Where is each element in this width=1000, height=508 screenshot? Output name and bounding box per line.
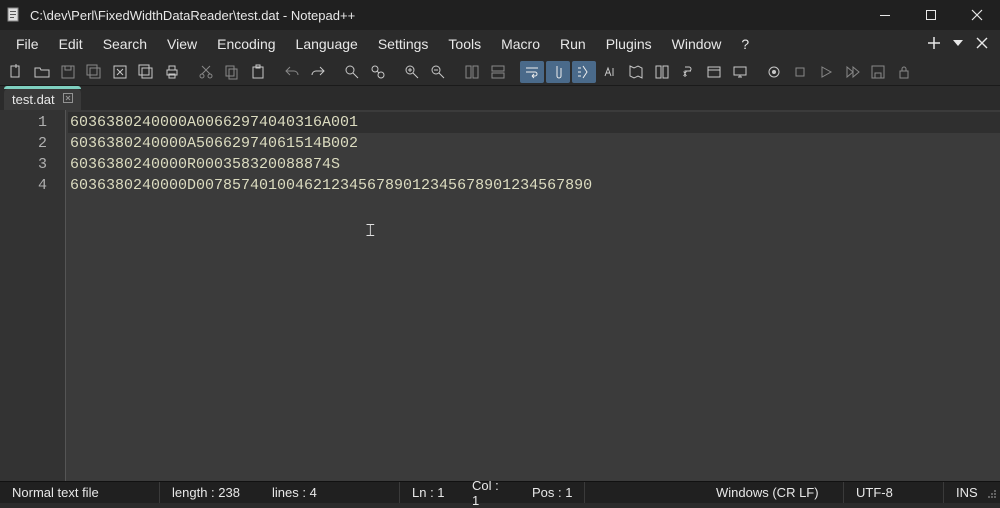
doc-map-icon[interactable] (624, 61, 648, 83)
save-icon[interactable] (56, 61, 80, 83)
menu-run[interactable]: Run (550, 33, 596, 55)
tab-close-icon[interactable] (63, 93, 73, 106)
dropdown-icon[interactable] (946, 36, 970, 52)
save-all-icon[interactable] (82, 61, 106, 83)
menu-settings[interactable]: Settings (368, 33, 439, 55)
find-icon[interactable] (340, 61, 364, 83)
sync-vscroll-icon[interactable] (460, 61, 484, 83)
editor[interactable]: 1234 6036380240000A00662974040316A001603… (0, 110, 1000, 481)
replace-icon[interactable] (366, 61, 390, 83)
menu-file[interactable]: File (6, 33, 49, 55)
status-lines: lines : 4 (260, 482, 400, 503)
record-macro-icon[interactable] (762, 61, 786, 83)
new-file-icon[interactable] (4, 61, 28, 83)
menubar: File Edit Search View Encoding Language … (0, 30, 1000, 58)
status-mode[interactable]: INS (944, 482, 982, 503)
text-area[interactable]: 6036380240000A00662974040316A00160363802… (66, 110, 1000, 481)
monitor-icon[interactable] (728, 61, 752, 83)
close-all-icon[interactable] (134, 61, 158, 83)
line-number: 3 (0, 154, 47, 175)
wordwrap-icon[interactable] (520, 61, 544, 83)
menu-edit[interactable]: Edit (49, 33, 93, 55)
toolbar: x (0, 58, 1000, 86)
zoom-out-icon[interactable] (426, 61, 450, 83)
line-gutter: 1234 (0, 110, 66, 481)
svg-text:x: x (683, 69, 687, 78)
window-title: C:\dev\Perl\FixedWidthDataReader\test.da… (30, 8, 355, 23)
save-macro-icon[interactable] (866, 61, 890, 83)
status-eol[interactable]: Windows (CR LF) (704, 482, 844, 503)
menubar-close-icon[interactable] (970, 36, 994, 52)
line-number: 4 (0, 175, 47, 196)
maximize-button[interactable] (908, 0, 954, 30)
text-line[interactable]: 6036380240000A00662974040316A001 (68, 112, 1000, 133)
sync-hscroll-icon[interactable] (486, 61, 510, 83)
text-line[interactable]: 6036380240000A50662974061514B002 (68, 133, 1000, 154)
print-icon[interactable] (160, 61, 184, 83)
lock-icon[interactable] (892, 61, 916, 83)
stop-macro-icon[interactable] (788, 61, 812, 83)
close-button[interactable] (954, 0, 1000, 30)
menu-window[interactable]: Window (662, 33, 732, 55)
indent-guide-icon[interactable] (572, 61, 596, 83)
tab-label: test.dat (12, 92, 55, 107)
menu-macro[interactable]: Macro (491, 33, 550, 55)
tab-test-dat[interactable]: test.dat (4, 89, 81, 110)
status-pos: Pos : 1 (520, 482, 585, 503)
menu-tools[interactable]: Tools (438, 33, 491, 55)
tabbar: test.dat (0, 86, 1000, 110)
text-line[interactable]: 6036380240000R000358320088874S (68, 154, 1000, 175)
folder-workspace-icon[interactable] (702, 61, 726, 83)
status-filetype: Normal text file (0, 482, 160, 503)
statusbar: Normal text file length : 238 lines : 4 … (0, 481, 1000, 503)
menu-language[interactable]: Language (286, 33, 368, 55)
menu-view[interactable]: View (157, 33, 207, 55)
titlebar: C:\dev\Perl\FixedWidthDataReader\test.da… (0, 0, 1000, 30)
play-macro-icon[interactable] (814, 61, 838, 83)
line-number: 1 (0, 112, 47, 133)
undo-icon[interactable] (280, 61, 304, 83)
lang-icon[interactable] (598, 61, 622, 83)
menu-search[interactable]: Search (93, 33, 157, 55)
doc-list-icon[interactable] (650, 61, 674, 83)
resize-grip-icon[interactable] (982, 482, 1000, 503)
app-icon (6, 7, 22, 23)
text-line[interactable]: 6036380240000D00785740100462123456789012… (68, 175, 1000, 196)
menu-encoding[interactable]: Encoding (207, 33, 285, 55)
function-list-icon[interactable]: x (676, 61, 700, 83)
redo-icon[interactable] (306, 61, 330, 83)
status-length: length : 238 (160, 482, 260, 503)
zoom-in-icon[interactable] (400, 61, 424, 83)
play-multi-icon[interactable] (840, 61, 864, 83)
menu-plugins[interactable]: Plugins (596, 33, 662, 55)
paste-icon[interactable] (246, 61, 270, 83)
close-file-icon[interactable] (108, 61, 132, 83)
line-number: 2 (0, 133, 47, 154)
menu-help[interactable]: ? (731, 33, 759, 55)
minimize-button[interactable] (862, 0, 908, 30)
status-col: Col : 1 (460, 482, 520, 503)
new-plus-icon[interactable] (922, 36, 946, 53)
show-chars-icon[interactable] (546, 61, 570, 83)
status-ln: Ln : 1 (400, 482, 460, 503)
cut-icon[interactable] (194, 61, 218, 83)
text-caret: 𝙸 (364, 222, 377, 243)
open-file-icon[interactable] (30, 61, 54, 83)
copy-icon[interactable] (220, 61, 244, 83)
status-encoding[interactable]: UTF-8 (844, 482, 944, 503)
